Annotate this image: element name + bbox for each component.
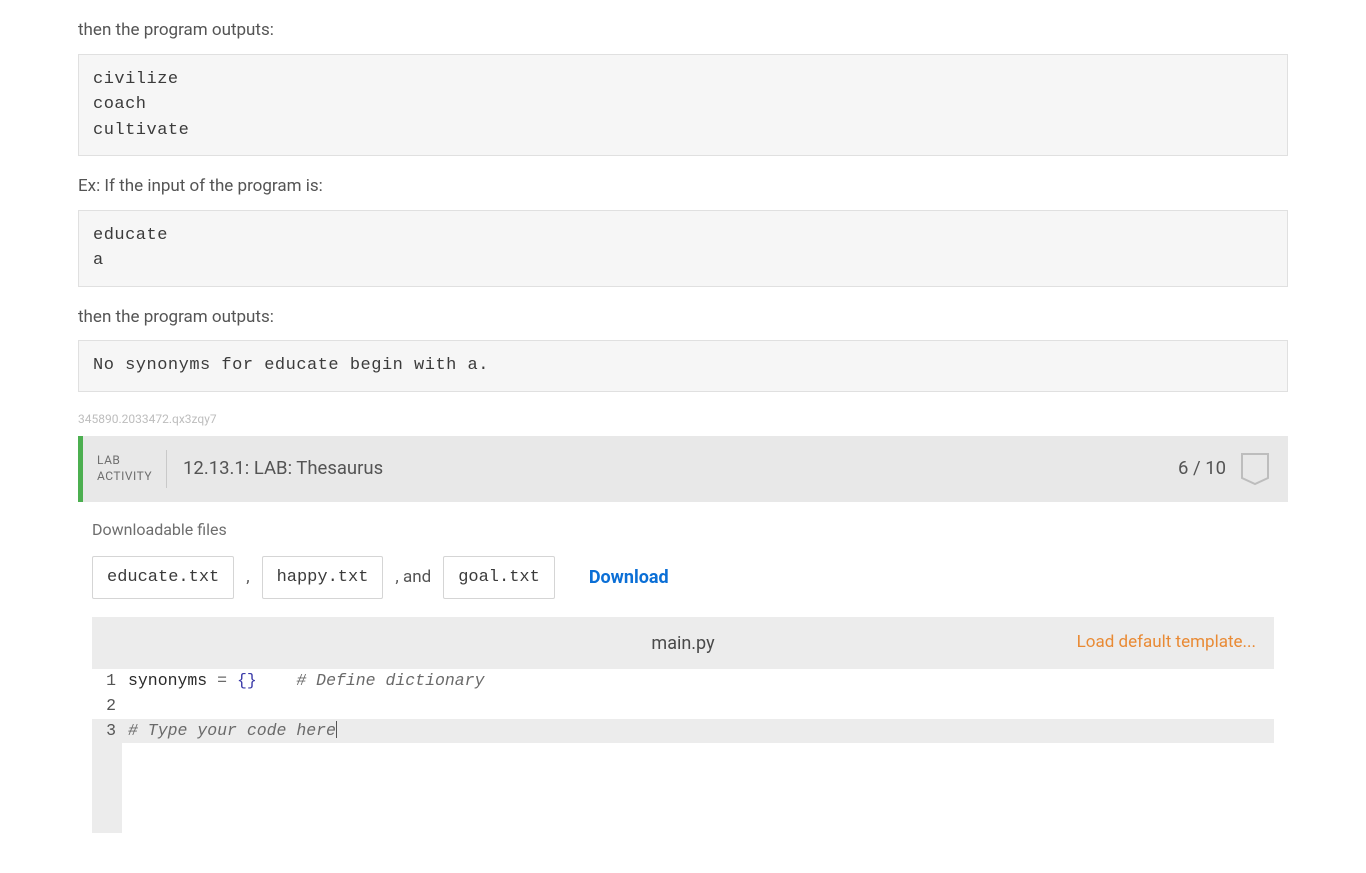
line-number: 2	[92, 694, 122, 719]
output-label-2: then the program outputs:	[78, 305, 1288, 331]
line-number: 3	[92, 719, 122, 744]
lab-score: 6 / 10	[1178, 455, 1226, 483]
file-chip-happy[interactable]: happy.txt	[262, 556, 384, 600]
code-line[interactable]: 2	[92, 694, 1274, 719]
lab-label-line1: LAB	[97, 453, 152, 469]
code-content[interactable]: # Type your code here	[122, 719, 337, 744]
file-chip-educate[interactable]: educate.txt	[92, 556, 234, 600]
downloadable-files-title: Downloadable files	[92, 518, 1274, 542]
editor-header: main.py Load default template...	[92, 617, 1274, 669]
example-input-label: Ex: If the input of the program is:	[78, 174, 1288, 200]
lab-header: LAB ACTIVITY 12.13.1: LAB: Thesaurus 6 /…	[78, 436, 1288, 502]
editor-filename: main.py	[651, 630, 714, 657]
lab-label-line2: ACTIVITY	[97, 469, 152, 485]
code-editor: main.py Load default template... 1synony…	[92, 617, 1274, 833]
code-line[interactable]: 3# Type your code here	[92, 719, 1274, 744]
file-chip-goal[interactable]: goal.txt	[443, 556, 555, 600]
downloadable-files-section: Downloadable files educate.txt , happy.t…	[78, 502, 1288, 618]
load-default-template-link[interactable]: Load default template...	[1077, 630, 1256, 656]
file-sep-comma: ,	[246, 565, 249, 591]
gutter-padding	[92, 743, 122, 833]
lab-title: 12.13.1: LAB: Thesaurus	[183, 455, 1178, 483]
code-content[interactable]: synonyms = {} # Define dictionary	[122, 669, 485, 694]
download-link[interactable]: Download	[589, 564, 669, 591]
line-number: 1	[92, 669, 122, 694]
download-row: educate.txt , happy.txt , and goal.txt D…	[92, 556, 1274, 600]
text-cursor	[336, 721, 337, 738]
code-output-2: No synonyms for educate begin with a.	[78, 340, 1288, 392]
lab-activity-label: LAB ACTIVITY	[97, 450, 167, 488]
bookmark-icon[interactable]	[1240, 452, 1270, 486]
watermark-text: 345890.2033472.qx3zqy7	[78, 410, 1288, 428]
code-line[interactable]: 1synonyms = {} # Define dictionary	[92, 669, 1274, 694]
file-sep-and: , and	[395, 565, 431, 591]
code-output-1: civilize coach cultivate	[78, 54, 1288, 157]
code-input-2: educate a	[78, 210, 1288, 287]
editor-body[interactable]: 1synonyms = {} # Define dictionary23# Ty…	[92, 669, 1274, 833]
output-label-1: then the program outputs:	[78, 18, 1288, 44]
